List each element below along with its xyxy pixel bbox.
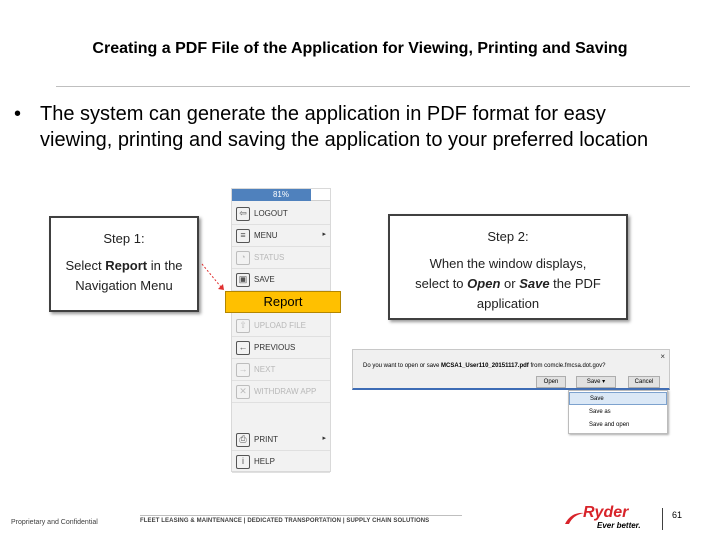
nav-item-withdraw-app[interactable]: ✕ WITHDRAW APP xyxy=(232,381,330,403)
nav-item-label: STATUS xyxy=(254,253,285,262)
step1-title: Step 1: xyxy=(103,231,145,246)
nav-item-status[interactable]: ◔ STATUS xyxy=(232,247,330,269)
nav-item-label: MENU xyxy=(254,231,278,240)
withdraw-icon: ✕ xyxy=(236,385,250,399)
nav-item-menu[interactable]: ≡ MENU ▸ xyxy=(232,225,330,247)
chevron-right-icon: ▸ xyxy=(322,231,326,238)
step2-save-emphasis: Save xyxy=(519,276,550,291)
navigation-menu: 81% ⇦ LOGOUT ≡ MENU ▸ ◔ STATUS ▣ SAVE ⇧ UPLOAD FIL… xyxy=(231,188,331,473)
slide-title: Creating a PDF File of the Application f… xyxy=(92,40,628,57)
page-divider xyxy=(662,508,663,530)
save-dropdown-menu: Save Save as Save and open xyxy=(568,390,668,434)
chevron-down-icon[interactable]: ▾ xyxy=(602,379,605,385)
nav-item-label: HELP xyxy=(254,457,275,466)
step2-text-c: or xyxy=(500,276,520,291)
bullet-marker: • xyxy=(14,103,22,125)
close-icon[interactable]: × xyxy=(660,352,665,361)
step2-text-e: application xyxy=(476,296,540,311)
footer-divider xyxy=(140,515,462,516)
nav-item-label: SAVE xyxy=(254,275,275,284)
progress-label: 81% xyxy=(272,190,289,199)
nav-item-label: PREVIOUS xyxy=(254,343,296,352)
nav-item-label: PRINT xyxy=(254,435,278,444)
save-button[interactable]: Save ▾ xyxy=(576,376,616,388)
nav-item-label: NEXT xyxy=(254,365,276,374)
confidential-notice: Proprietary and Confidential xyxy=(11,519,98,526)
step2-open-emphasis: Open xyxy=(467,276,501,291)
menu-item-save[interactable]: Save xyxy=(569,392,667,405)
nav-item-save[interactable]: ▣ SAVE xyxy=(232,269,330,291)
cancel-button[interactable]: Cancel xyxy=(628,376,660,388)
download-filename: MCSA1_User110_20151117.pdf xyxy=(441,363,529,369)
nav-item-upload-file[interactable]: ⇧ UPLOAD FILE xyxy=(232,315,330,337)
title-divider xyxy=(56,86,690,87)
step2-callout: Step 2: When the window displays, select… xyxy=(388,214,628,320)
download-question: Do you want to open or save MCSA1_User11… xyxy=(363,363,605,369)
services-line: FLEET LEASING & MAINTENANCE | DEDICATED … xyxy=(140,518,430,524)
pointer-arrow xyxy=(201,263,224,290)
step2-text-d: the PDF xyxy=(549,276,601,291)
swoosh-icon xyxy=(565,512,584,524)
step2-title: Step 2: xyxy=(487,229,529,244)
step1-text-b: in the xyxy=(147,258,183,273)
brand-name: Ryder xyxy=(583,504,629,521)
previous-icon: ← xyxy=(236,341,250,355)
save-icon: ▣ xyxy=(236,273,250,287)
step2-text-a: When the window displays, xyxy=(429,256,587,271)
step1-text-a: Select xyxy=(65,258,106,273)
brand-tagline: Ever better. xyxy=(597,521,641,530)
nav-item-print[interactable]: ⎙ PRINT ▸ xyxy=(232,429,330,451)
step2-text-b: select to xyxy=(415,276,468,291)
nav-item-logout[interactable]: ⇦ LOGOUT xyxy=(232,203,330,225)
download-question-pre: Do you want to open or save xyxy=(363,363,442,369)
print-icon: ⎙ xyxy=(236,433,250,447)
save-button-label: Save xyxy=(586,379,601,385)
menu-item-save-and-open[interactable]: Save and open xyxy=(569,419,667,432)
step1-body: Select Report in the Navigation Menu xyxy=(51,256,197,296)
next-icon: → xyxy=(236,363,250,377)
nav-item-label: UPLOAD FILE xyxy=(254,321,307,330)
page-number: 61 xyxy=(672,510,683,520)
help-icon: i xyxy=(236,455,250,469)
step2-body: When the window displays, select to Open… xyxy=(390,254,626,314)
upload-icon: ⇧ xyxy=(236,319,250,333)
nav-item-label: WITHDRAW APP xyxy=(254,387,317,396)
progress-bar: 81% xyxy=(232,189,330,201)
open-button[interactable]: Open xyxy=(536,376,566,388)
step1-text-c: Navigation Menu xyxy=(75,278,173,293)
menu-icon: ≡ xyxy=(236,229,250,243)
logout-icon: ⇦ xyxy=(236,207,250,221)
nav-item-help[interactable]: i HELP xyxy=(232,451,330,473)
menu-item-save-as[interactable]: Save as xyxy=(569,406,667,419)
nav-item-previous[interactable]: ← PREVIOUS xyxy=(232,337,330,359)
nav-item-next[interactable]: → NEXT xyxy=(232,359,330,381)
report-label: Report xyxy=(263,294,303,309)
step1-emphasis: Report xyxy=(105,258,148,273)
report-menu-item[interactable]: Report xyxy=(225,291,341,313)
chevron-right-icon: ▸ xyxy=(322,435,326,442)
step1-callout: Step 1: Select Report in the Navigation … xyxy=(49,216,199,312)
bullet-text: The system can generate the application … xyxy=(40,103,649,151)
ryder-logo: Ryder Ever better. xyxy=(563,504,653,532)
nav-item-label: LOGOUT xyxy=(254,209,288,218)
download-question-post: from comcle.fmcsa.dot.gov? xyxy=(528,363,606,369)
download-notification-bar: Do you want to open or save MCSA1_User11… xyxy=(352,349,670,390)
status-icon: ◔ xyxy=(236,251,250,265)
